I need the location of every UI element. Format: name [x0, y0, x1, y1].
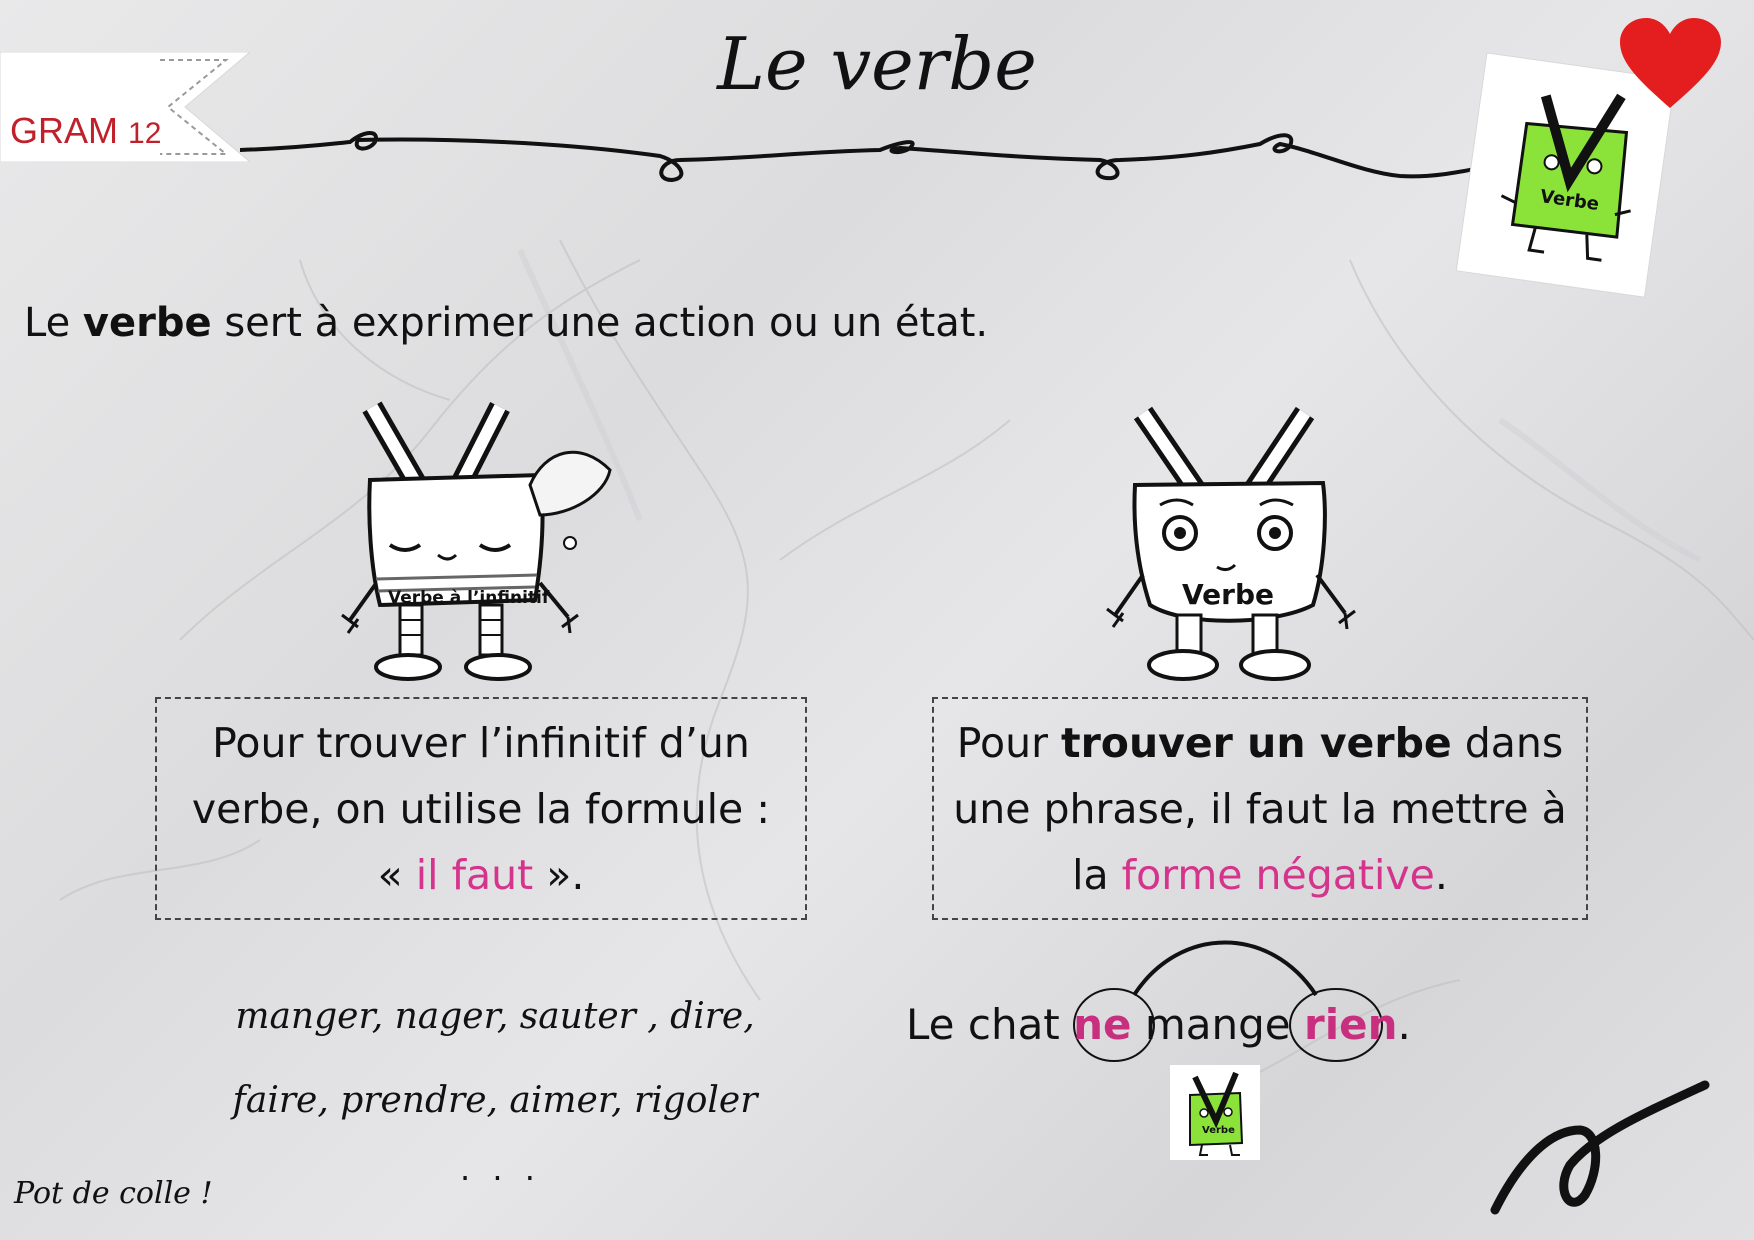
examples-line-1: manger, nager, sauter , dire,	[235, 996, 755, 1037]
find-verb-rule-box: Pour trouver un verbe dans une phrase, i…	[932, 697, 1588, 920]
verb-mascot-awake	[1106, 406, 1356, 681]
heart-icon	[1620, 18, 1721, 108]
decorative-swirl-corner	[1490, 1080, 1710, 1215]
small-verb-badge: Verbe	[1170, 1065, 1260, 1160]
mascot-verb-label: Verbe	[1182, 578, 1274, 611]
mascot-infinitive-label: Verbe à l’infinitif	[388, 588, 550, 608]
lesson-code: GRAM 12	[10, 110, 162, 151]
examples-more: . . .	[460, 1150, 541, 1188]
decorative-swirl-line	[240, 131, 1480, 183]
footer-note: Pot de colle !	[14, 1176, 213, 1211]
verb-mascot-sleeping	[341, 401, 612, 681]
negative-form-example: Le chat ne mange rien.	[906, 1000, 1411, 1049]
examples-line-2: faire, prendre, aimer, rigoler	[232, 1080, 758, 1121]
verb-definition: Le verbe sert à exprimer une action ou u…	[24, 300, 989, 346]
small-badge-label: Verbe	[1202, 1125, 1235, 1136]
infinitive-examples: manger, nager, sauter , dire, faire, pre…	[230, 975, 760, 1143]
infinitive-rule-box: Pour trouver l’infinitif d’un verbe, on …	[155, 697, 807, 920]
